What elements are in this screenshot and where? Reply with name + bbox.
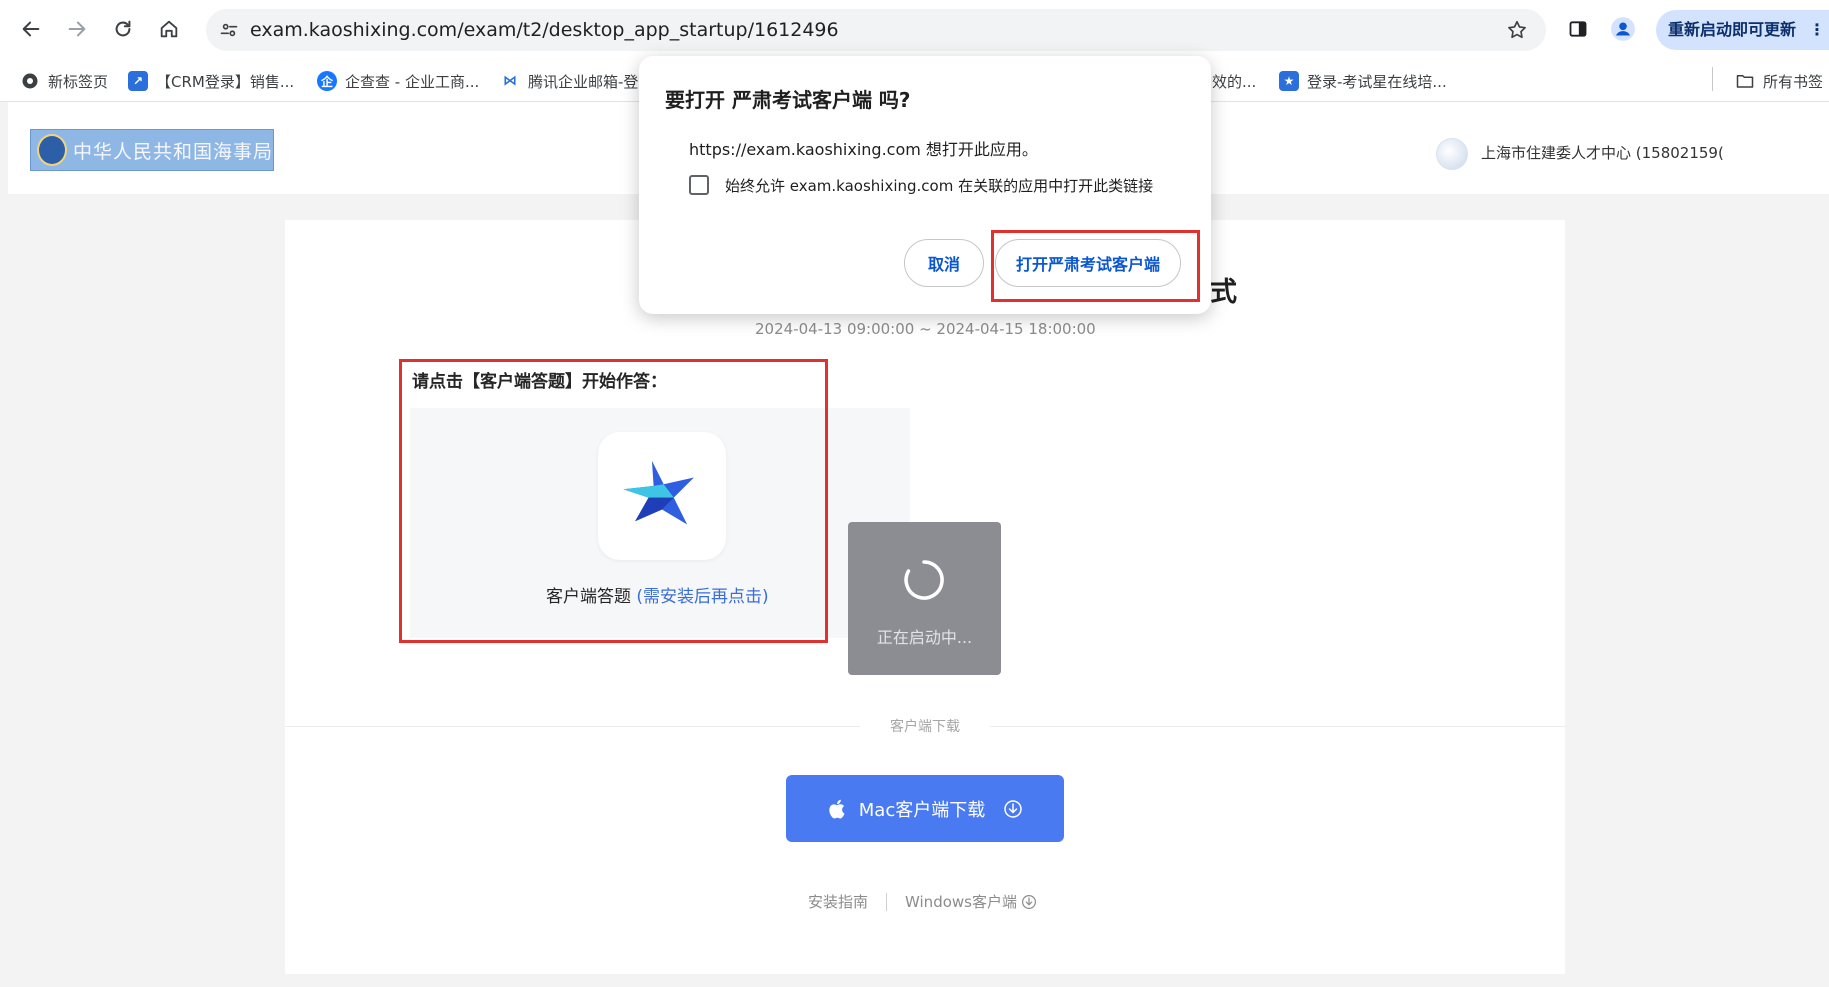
forward-arrow-icon[interactable]	[62, 14, 92, 44]
site-settings-icon[interactable]	[214, 15, 244, 45]
bookmark-tencent-mail[interactable]: ⋈ 腾讯企业邮箱-登	[500, 68, 638, 94]
browser-toolbar: exam.kaoshixing.com/exam/t2/desktop_app_…	[0, 0, 1829, 60]
loading-spinner-icon	[904, 560, 944, 600]
divider-line-left	[285, 726, 860, 727]
open-client-button[interactable]: 打开严肃考试客户端	[995, 239, 1181, 287]
qichacha-icon: 企	[317, 71, 337, 91]
back-arrow-icon[interactable]	[16, 14, 46, 44]
update-button-label: 重新启动即可更新	[1668, 20, 1797, 39]
client-answer-tile[interactable]	[598, 432, 726, 560]
crm-icon: ↗	[128, 71, 148, 91]
divider-line-right	[990, 726, 1565, 727]
bookmarks-divider	[1712, 67, 1713, 91]
folder-icon	[1735, 71, 1755, 91]
bookmark-label: 腾讯企业邮箱-登	[528, 72, 639, 91]
logo-text: 中华人民共和国海事局	[72, 140, 273, 163]
always-allow-checkbox[interactable]	[689, 175, 709, 195]
windows-client-link[interactable]: Windows客户端	[905, 891, 1017, 912]
emblem-icon	[37, 134, 67, 166]
kaoshixing-star-logo-icon	[623, 460, 694, 525]
all-bookmarks[interactable]: 所有书签	[1735, 68, 1823, 94]
download-divider-label: 客户端下载	[890, 719, 960, 735]
user-avatar[interactable]	[1436, 138, 1468, 170]
bookmark-label: 【CRM登录】销售...	[156, 72, 295, 91]
more-menu-icon[interactable]: ⋮	[1809, 10, 1825, 50]
link-separator	[886, 892, 888, 911]
exam-title: 式	[1210, 277, 1237, 308]
always-allow-label[interactable]: 始终允许 exam.kaoshixing.com 在关联的应用中打开此类链接	[725, 175, 1153, 196]
bookmark-star-icon[interactable]	[1502, 15, 1532, 45]
cancel-button[interactable]: 取消	[904, 239, 984, 287]
exam-time-range: 2024-04-13 09:00:00 ~ 2024-04-15 18:00:0…	[755, 320, 1096, 338]
bookmark-label: 新标签页	[48, 72, 109, 91]
client-answer-text: 客户端答题	[546, 587, 637, 607]
mac-download-button[interactable]: Mac客户端下载	[786, 775, 1064, 842]
all-bookmarks-label: 所有书签	[1763, 72, 1824, 91]
user-name[interactable]: 上海市住建委人才中心 (15802159(	[1481, 142, 1724, 163]
reload-icon[interactable]	[108, 14, 138, 44]
url-text[interactable]: exam.kaoshixing.com/exam/t2/desktop_app_…	[250, 9, 839, 51]
download-circle-icon	[1004, 799, 1022, 818]
mac-download-label: Mac客户端下载	[858, 799, 986, 821]
download-links: 安装指南 Windows客户端	[808, 891, 1037, 912]
side-panel-icon[interactable]	[1563, 14, 1593, 44]
bookmark-label: 登录-考试星在线培...	[1307, 72, 1447, 91]
kaoshixing-icon: ★	[1279, 71, 1299, 91]
starting-overlay: 正在启动中...	[848, 522, 1001, 675]
site-logo[interactable]: 中华人民共和国海事局	[30, 129, 274, 171]
bookmark-label: 企查查 - 企业工商...	[345, 72, 480, 91]
install-guide-link[interactable]: 安装指南	[808, 891, 868, 912]
chrome-icon	[20, 71, 40, 91]
bookmark-crm[interactable]: ↗ 【CRM登录】销售...	[128, 68, 294, 94]
bookmark-partial[interactable]: 效的...	[1212, 68, 1256, 94]
bookmark-label: 效的...	[1212, 72, 1257, 91]
dialog-title: 要打开 严肃考试客户端 吗?	[665, 88, 911, 112]
install-hint: (需安装后再点击)	[636, 587, 769, 607]
dialog-message: https://exam.kaoshixing.com 想打开此应用。	[689, 140, 1038, 159]
bookmark-new-tab[interactable]: 新标签页	[20, 68, 108, 94]
exam-card: 式 2024-04-13 09:00:00 ~ 2024-04-15 18:00…	[285, 220, 1565, 974]
update-relaunch-button[interactable]: 重新启动即可更新 ⋮	[1656, 10, 1829, 50]
bookmark-qichacha[interactable]: 企 企查查 - 企业工商...	[317, 68, 479, 94]
bookmark-kaoshixing-login[interactable]: ★ 登录-考试星在线培...	[1279, 68, 1447, 94]
home-icon[interactable]	[154, 14, 184, 44]
mail-icon: ⋈	[503, 73, 517, 89]
starting-text: 正在启动中...	[876, 628, 973, 647]
apple-icon	[829, 799, 845, 818]
client-prompt: 请点击【客户端答题】开始作答：	[412, 372, 667, 392]
client-answer-label[interactable]: 客户端答题 (需安装后再点击)	[546, 582, 769, 607]
open-app-dialog: 要打开 严肃考试客户端 吗? https://exam.kaoshixing.c…	[639, 56, 1211, 314]
profile-avatar-icon[interactable]	[1608, 14, 1638, 44]
address-bar[interactable]: exam.kaoshixing.com/exam/t2/desktop_app_…	[206, 9, 1546, 51]
download-circle-icon[interactable]	[1021, 894, 1037, 910]
